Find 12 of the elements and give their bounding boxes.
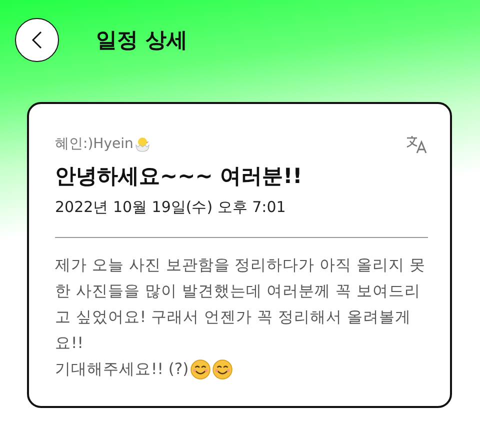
- page-title: 일정 상세: [96, 27, 188, 54]
- smiling-face-icon: [190, 358, 211, 380]
- post-date: 2022년 10월 19일(수) 오후 7:01: [55, 198, 287, 217]
- post-text: 제가 오늘 사진 보관함을 정리하다가 아직 올리지 못한 사진들을 많이 발견했는데 여러분께 꼭 보여드리고 싶었어요! 구래서 언젠가 꼭 정리해서 올려볼게요!!: [55, 255, 426, 354]
- author-name: 혜인:)Hyein: [55, 135, 134, 153]
- back-icon: [30, 31, 44, 49]
- post-text: 기대해주세요!! (?): [55, 359, 189, 380]
- hatching-chick-icon: [134, 136, 152, 152]
- translate-icon[interactable]: [406, 134, 428, 154]
- smiling-face-icon: [212, 358, 233, 380]
- post-title: 안녕하세요~~~ 여러분!!: [55, 163, 304, 190]
- back-button[interactable]: [15, 18, 59, 62]
